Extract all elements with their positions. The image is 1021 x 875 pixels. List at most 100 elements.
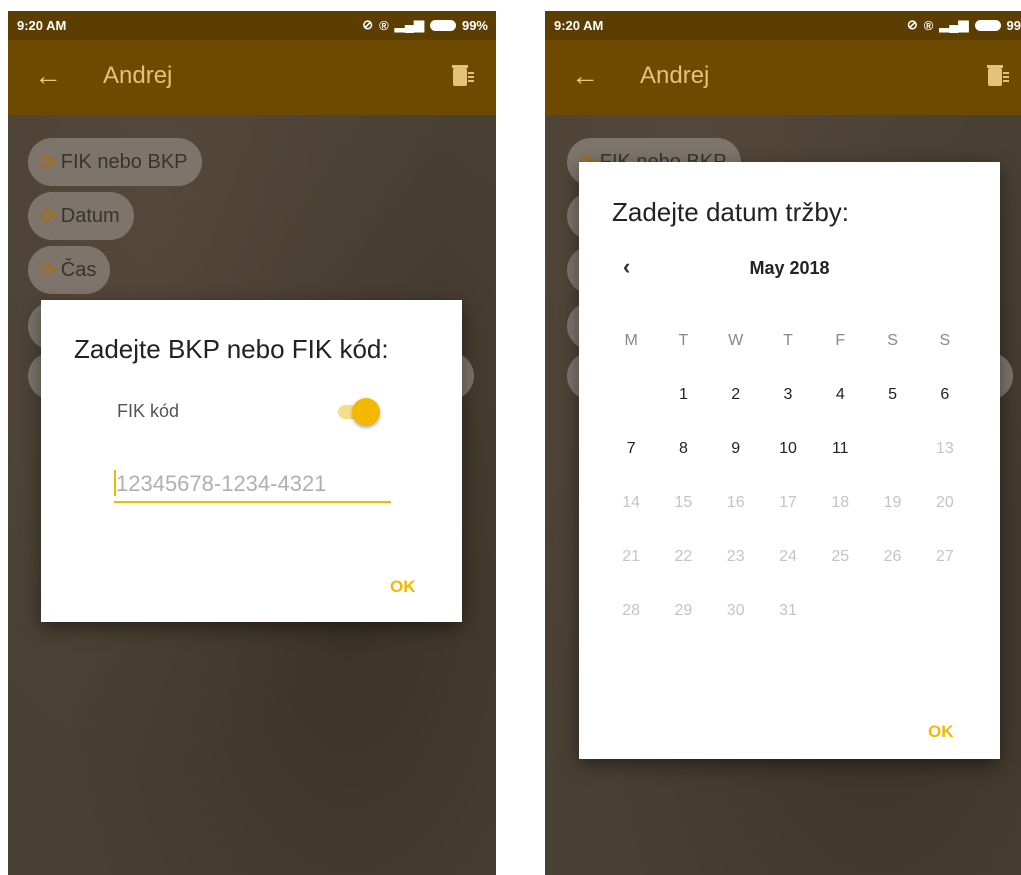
calendar-day[interactable]: 3 bbox=[762, 386, 814, 404]
status-icons: ⊘ ® ▂▄▆ 99 bbox=[907, 17, 1021, 33]
registered-icon: ® bbox=[923, 17, 934, 33]
status-icons: ⊘ ® ▂▄▆ 99% bbox=[362, 17, 488, 33]
status-bar: 9:20 AM ⊘ ® ▂▄▆ 99 bbox=[545, 11, 1021, 40]
weekday-header: MTWTFSS bbox=[605, 314, 971, 368]
day-number: 2 bbox=[731, 386, 741, 403]
calendar-day-disabled: 24 bbox=[762, 548, 814, 566]
date-dialog: Zadejte datum tržby: ‹ May 2018 MTWTFSS1… bbox=[579, 162, 1000, 759]
calendar-day-selected[interactable]: 12 bbox=[865, 422, 920, 476]
dialog-title: Zadejte datum tržby: bbox=[612, 197, 849, 227]
calendar-day-disabled: 18 bbox=[814, 494, 866, 512]
ok-button[interactable]: OK bbox=[928, 722, 954, 742]
day-number: 26 bbox=[883, 548, 902, 565]
registered-icon: ® bbox=[379, 17, 389, 33]
toolbar-title: Andrej bbox=[103, 62, 173, 89]
day-number: 24 bbox=[779, 548, 797, 565]
calendar-day[interactable]: 11 bbox=[814, 440, 866, 458]
calendar-week: 14 15 16 17 18 19 20 bbox=[605, 476, 971, 530]
toolbar-title: Andrej bbox=[640, 62, 710, 89]
status-bar: 9:20 AM ⊘ ® ▂▄▆ 99% bbox=[8, 11, 496, 40]
day-number: 13 bbox=[935, 440, 954, 457]
ok-button[interactable]: OK bbox=[390, 577, 416, 597]
day-number: 5 bbox=[888, 386, 897, 403]
day-number: 6 bbox=[940, 386, 950, 403]
fik-switch[interactable] bbox=[352, 398, 380, 426]
delete-sweep-icon[interactable] bbox=[452, 64, 474, 93]
calendar-day[interactable]: 4 bbox=[814, 386, 866, 404]
calendar-day-disabled: 14 bbox=[605, 494, 657, 512]
weekday-label: S bbox=[939, 332, 951, 349]
day-number: 10 bbox=[779, 440, 797, 457]
chip-datum[interactable]: ⟳ Datum bbox=[28, 192, 134, 240]
calendar-week: 1 2 3 4 5 6 bbox=[605, 368, 971, 422]
text-caret bbox=[114, 470, 116, 496]
battery-percent: 99% bbox=[461, 17, 488, 33]
calendar-week: 28 29 30 31 bbox=[605, 584, 971, 638]
chip-cas[interactable]: ⟳ Čas bbox=[28, 246, 111, 294]
day-number: 21 bbox=[622, 548, 641, 565]
calendar-day-disabled: 25 bbox=[814, 548, 866, 566]
calendar-day-disabled: 20 bbox=[919, 494, 971, 512]
calendar-day-disabled: 21 bbox=[605, 548, 657, 566]
day-number: 16 bbox=[726, 494, 745, 511]
day-number: 1 bbox=[678, 386, 688, 403]
weekday-label: F bbox=[835, 332, 846, 349]
sync-icon: ⟳ bbox=[40, 151, 57, 174]
day-number: 19 bbox=[883, 494, 902, 511]
signal-icon: ▂▄▆ bbox=[939, 17, 969, 32]
calendar-day-disabled: 15 bbox=[657, 494, 709, 512]
app-toolbar: ← Andrej bbox=[545, 40, 1021, 115]
day-number: 18 bbox=[831, 494, 850, 511]
day-number: 31 bbox=[779, 602, 797, 619]
day-number: 8 bbox=[678, 440, 688, 457]
delete-sweep-icon[interactable] bbox=[987, 64, 1009, 93]
calendar-day-disabled: 29 bbox=[657, 602, 709, 620]
fik-switch-label: FIK kód bbox=[117, 401, 180, 421]
calendar-day-disabled: 19 bbox=[866, 494, 918, 512]
calendar-day[interactable]: 7 bbox=[605, 440, 657, 458]
calendar-day[interactable]: 1 bbox=[657, 386, 709, 404]
calendar-day[interactable]: 10 bbox=[762, 440, 814, 458]
signal-icon: ▂▄▆ bbox=[394, 17, 424, 32]
alarm-off-icon: ⊘ bbox=[362, 17, 374, 32]
calendar-week: 21 22 23 24 25 26 27 bbox=[605, 530, 971, 584]
calendar-day-disabled: 26 bbox=[866, 548, 918, 566]
weekday-label: W bbox=[728, 332, 744, 349]
day-number: 27 bbox=[935, 548, 954, 565]
status-time: 9:20 AM bbox=[554, 18, 604, 33]
calendar-day[interactable]: 2 bbox=[710, 386, 762, 404]
day-number: 3 bbox=[783, 386, 793, 403]
back-arrow-icon[interactable]: ← bbox=[571, 62, 599, 90]
day-number: 20 bbox=[935, 494, 954, 511]
day-number: 7 bbox=[626, 440, 636, 457]
calendar-day-disabled: 28 bbox=[605, 602, 657, 620]
day-number: 28 bbox=[622, 602, 641, 619]
day-number: 22 bbox=[674, 548, 693, 565]
chip-fik-nebo-bkp[interactable]: ⟳ FIK nebo BKP bbox=[28, 138, 202, 186]
calendar-day[interactable]: 6 bbox=[919, 386, 971, 404]
weekday-label: M bbox=[624, 332, 638, 349]
screen-fik-dialog: 9:20 AM ⊘ ® ▂▄▆ 99% ← Andrej ⟳ FIK nebo … bbox=[8, 11, 496, 875]
calendar-day-disabled: 17 bbox=[762, 494, 814, 512]
calendar-day-disabled: 22 bbox=[657, 548, 709, 566]
weekday-label: T bbox=[678, 332, 689, 349]
screen-date-dialog: 9:20 AM ⊘ ® ▂▄▆ 99 ← Andrej ⟳ FIK nebo B… bbox=[545, 11, 1021, 875]
chip-label: Datum bbox=[60, 204, 120, 227]
dialog-title: Zadejte BKP nebo FIK kód: bbox=[74, 334, 389, 364]
status-time: 9:20 AM bbox=[17, 18, 67, 33]
day-number: 29 bbox=[674, 602, 693, 619]
day-number: 23 bbox=[726, 548, 745, 565]
back-arrow-icon[interactable]: ← bbox=[34, 62, 62, 90]
day-number: 12 bbox=[883, 440, 902, 457]
calendar-day[interactable]: 8 bbox=[657, 440, 709, 458]
battery-icon bbox=[974, 19, 1001, 31]
calendar-day[interactable]: 9 bbox=[710, 440, 762, 458]
calendar-day-disabled: 16 bbox=[710, 494, 762, 512]
calendar-day[interactable]: 5 bbox=[866, 386, 918, 404]
chip-label: Čas bbox=[60, 258, 97, 281]
calendar-day-disabled: 13 bbox=[919, 440, 971, 458]
code-input[interactable] bbox=[114, 467, 391, 503]
day-number: 15 bbox=[674, 494, 693, 511]
day-number: 4 bbox=[835, 386, 845, 403]
chip-label: FIK nebo BKP bbox=[60, 150, 188, 173]
